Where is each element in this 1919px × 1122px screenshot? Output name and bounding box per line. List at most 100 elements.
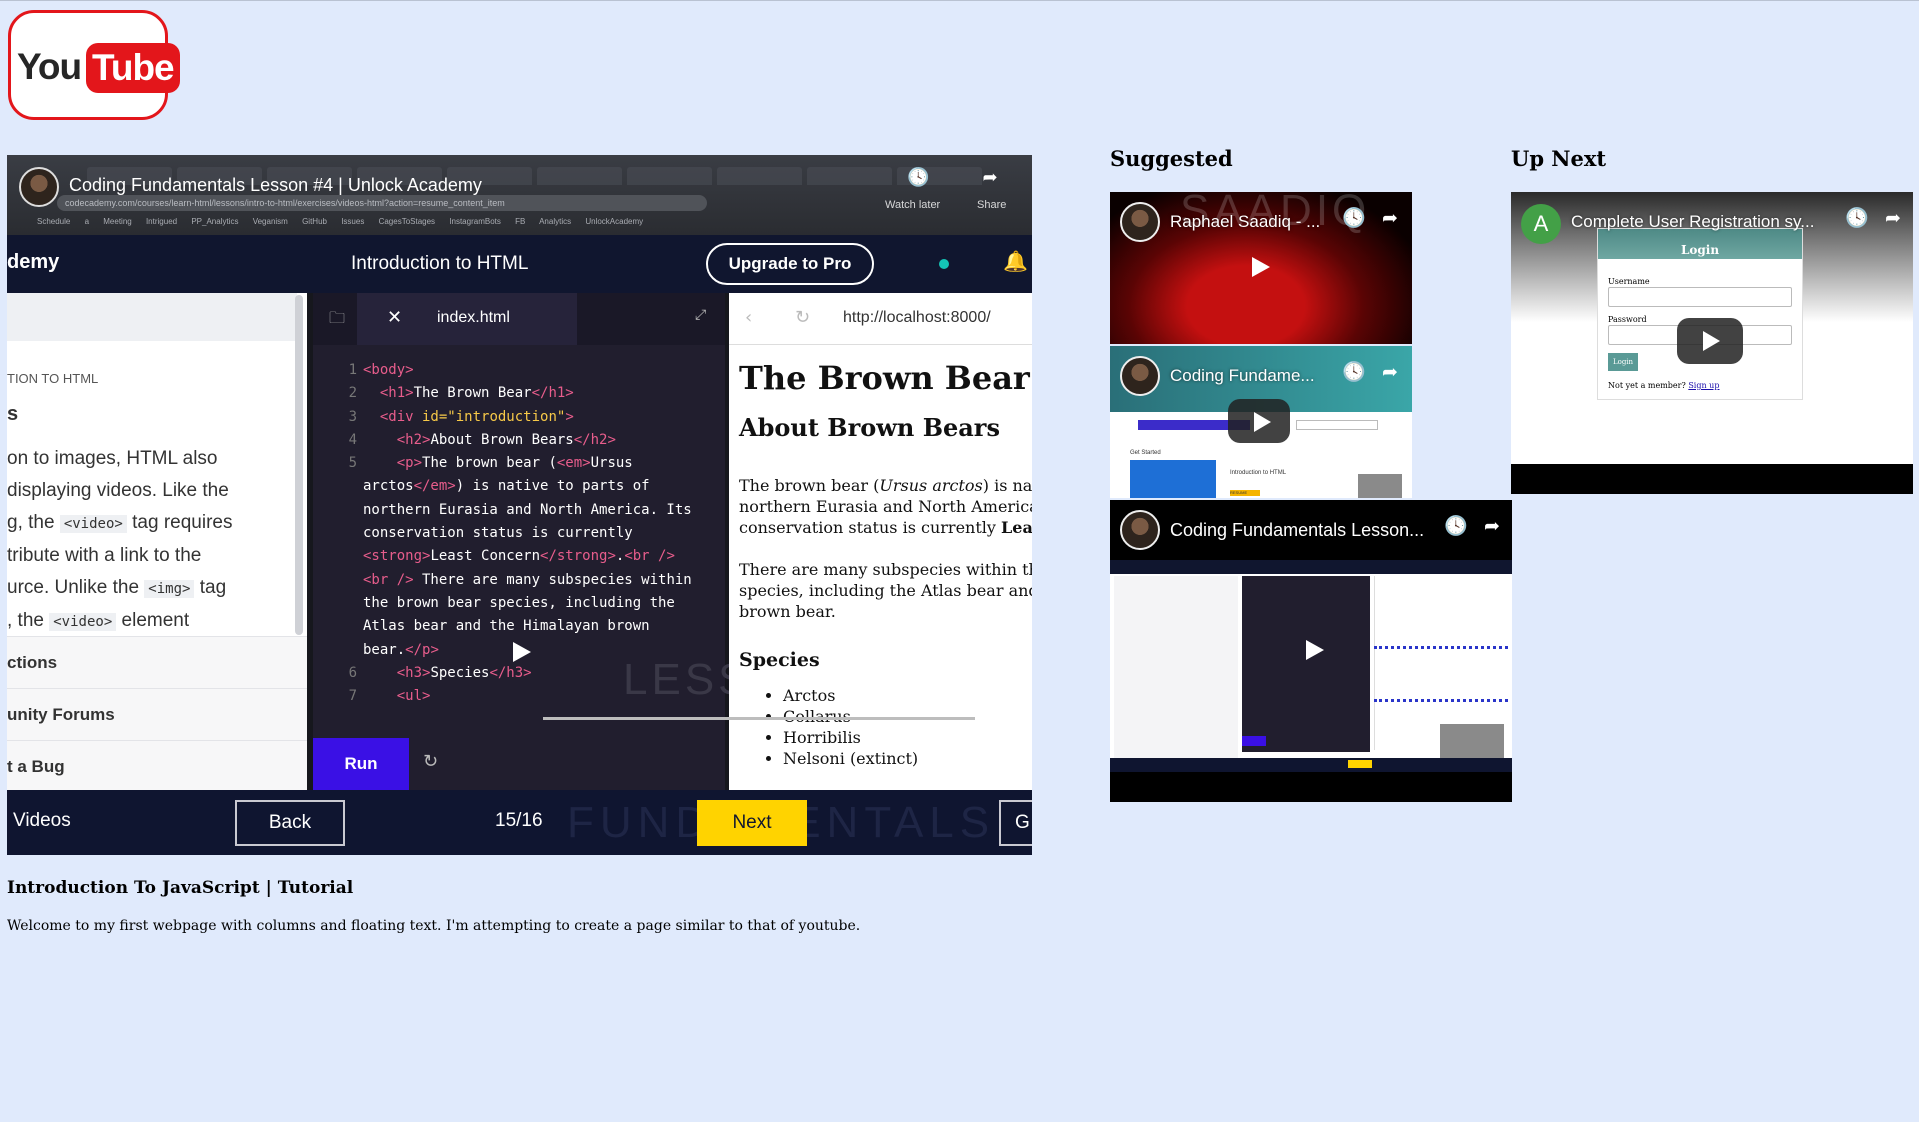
editor-tab-name: index.html xyxy=(437,309,510,326)
suggested-video-title[interactable]: Raphael Saadiq - ... xyxy=(1170,212,1320,232)
code-line: conservation status is currently xyxy=(363,525,633,542)
card-button: RESUME xyxy=(1230,490,1260,496)
up-next-video-title[interactable]: Complete User Registration sy... xyxy=(1571,212,1814,232)
code-line: northern Eurasia and North America. Its xyxy=(363,501,692,518)
channel-avatar[interactable] xyxy=(1120,202,1160,242)
codecademy-brand: demy xyxy=(7,251,60,273)
watch-later-icon[interactable]: 🕓 xyxy=(1342,360,1366,384)
card-title: Introduction to HTML xyxy=(1230,470,1287,476)
login-form: Login Username Password Login Not yet a … xyxy=(1597,228,1803,400)
codecademy-footer: FUNDAMENTALS Videos Back 15/16 Next G xyxy=(7,790,1032,855)
suggested-video-title[interactable]: Coding Fundamentals Lesson... xyxy=(1170,520,1424,541)
video-progress-line xyxy=(543,717,975,720)
preview-paragraph-1: The brown bear (Ursus arctos) is native … xyxy=(739,476,1032,537)
menu-item-forums: unity Forums xyxy=(7,688,307,740)
species-list: Arctos Collarus Horribilis Nelsoni (exti… xyxy=(783,685,918,769)
play-icon[interactable] xyxy=(505,637,535,667)
expand-icon: ⤢ xyxy=(695,307,707,323)
up-next-video[interactable]: Login Username Password Login Not yet a … xyxy=(1511,192,1913,494)
back-arrow-icon: ‹ xyxy=(745,307,753,328)
channel-avatar[interactable] xyxy=(19,167,59,207)
preview-url: http://localhost:8000/ xyxy=(843,309,991,326)
code-line: Atlas bear and the Himalayan brown xyxy=(363,618,650,635)
reload-icon: ↻ xyxy=(795,307,811,328)
section-heading: s xyxy=(7,403,19,425)
get-help-button: G xyxy=(999,800,1032,846)
suggested-video-title[interactable]: Coding Fundame... xyxy=(1170,366,1315,386)
share-icon[interactable]: ➦ xyxy=(1378,206,1402,230)
preview-h3: Species xyxy=(739,649,820,671)
bookmarks-bar: Schedule a Meeting Intrigued PP_Analytic… xyxy=(37,217,644,226)
channel-avatar[interactable] xyxy=(1120,356,1160,396)
upgrade-button: Upgrade to Pro xyxy=(706,243,874,285)
username-label: Username xyxy=(1608,277,1650,286)
section-label: TION TO HTML xyxy=(7,371,99,386)
refresh-icon: ↻ xyxy=(423,751,439,772)
code-editor-pane: 🗀 ✕ index.html ⤢ 1 <body> 2 <h1>The Brown … xyxy=(313,293,725,790)
play-icon[interactable] xyxy=(1244,252,1274,282)
next-button: Next xyxy=(697,800,807,846)
suggested-video-3[interactable]: Coding Fundamentals Lesson... 🕓 ➦ xyxy=(1110,500,1512,802)
browser-url: codecademy.com/courses/learn-html/lesson… xyxy=(57,195,707,211)
exercise-counter: 15/16 xyxy=(495,810,543,831)
preview-paragraph-2: There are many subspecies within the br … xyxy=(739,560,1032,621)
watch-later-label: Watch later xyxy=(885,199,941,211)
form-title: Login xyxy=(1598,229,1802,259)
youtube-logo[interactable]: You Tube xyxy=(8,10,180,120)
narrative-text: on to images, HTML also displaying video… xyxy=(7,448,233,631)
code-line: 1 <body> xyxy=(348,362,414,378)
preview-h1: The Brown Bear xyxy=(739,359,1030,397)
watch-later-icon[interactable]: 🕓 xyxy=(1342,206,1366,230)
login-button: Login xyxy=(1608,353,1638,371)
logo-you-text: You xyxy=(17,46,82,87)
watch-later-icon[interactable]: 🕓 xyxy=(907,167,929,189)
code-line: arctos</em>) is native to parts of xyxy=(363,478,650,495)
suggested-video-1[interactable]: SAADIQ Raphael Saadiq - ... 🕓 ➦ xyxy=(1110,192,1412,344)
preview-h2: About Brown Bears xyxy=(739,413,1000,442)
videos-label: Videos xyxy=(13,810,71,831)
code-line: the brown bear species, including the xyxy=(363,594,675,611)
lesson-title: Introduction to HTML xyxy=(351,253,529,274)
species-item: Arctos xyxy=(783,685,918,706)
main-video-player[interactable]: codecademy.com/courses/learn-html/lesson… xyxy=(7,155,1032,855)
share-icon[interactable]: ➦ xyxy=(979,167,1001,189)
share-icon[interactable]: ➦ xyxy=(1378,360,1402,384)
channel-avatar[interactable] xyxy=(1120,510,1160,550)
signup-line: Not yet a member? Sign up xyxy=(1608,381,1720,390)
channel-avatar[interactable]: A xyxy=(1521,204,1561,244)
suggested-heading: Suggested xyxy=(1110,146,1233,171)
species-item: Horribilis xyxy=(783,727,918,748)
video-title: Introduction To JavaScript | Tutorial xyxy=(7,878,354,898)
video-overlay-title[interactable]: Coding Fundamentals Lesson #4 | Unlock A… xyxy=(69,175,482,196)
suggested-video-2[interactable]: Get Started Introduction to HTML RESUME … xyxy=(1110,346,1412,498)
username-field xyxy=(1608,287,1792,307)
logo-tube-text: Tube xyxy=(86,43,180,93)
code-line: 5 <p>The brown bear (<em>Ursus xyxy=(348,455,633,472)
play-button-icon[interactable] xyxy=(1677,318,1743,364)
back-button: Back xyxy=(235,800,345,846)
play-button-icon[interactable] xyxy=(1228,399,1290,443)
watch-later-icon[interactable]: 🕓 xyxy=(1444,514,1468,538)
narrative-pane: TION TO HTML s on to images, HTML also d… xyxy=(7,293,307,792)
code-line: <br /> There are many subspecies within xyxy=(363,571,692,588)
share-icon[interactable]: ➦ xyxy=(1881,206,1905,230)
bell-icon: 🔔 xyxy=(1003,251,1028,273)
code-line: <strong>Least Concern</strong>.<br /> xyxy=(363,548,675,565)
run-button: Run xyxy=(313,738,409,790)
watch-later-icon[interactable]: 🕓 xyxy=(1845,206,1869,230)
species-item: Nelsoni (extinct) xyxy=(783,748,918,769)
password-label: Password xyxy=(1608,315,1647,324)
code-line: 2 <h1>The Brown Bear</h1> xyxy=(348,385,574,402)
card-label: Get Started xyxy=(1130,450,1161,456)
close-icon: ✕ xyxy=(387,307,403,328)
video-description: Welcome to my first webpage with columns… xyxy=(7,918,861,934)
share-icon[interactable]: ➦ xyxy=(1480,514,1504,538)
menu-item-instructions: ctions xyxy=(7,636,307,688)
folder-icon: 🗀 xyxy=(329,308,346,327)
status-dot xyxy=(939,259,949,269)
codecademy-header: demy Introduction to HTML Upgrade to Pro… xyxy=(7,235,1032,293)
top-border xyxy=(0,0,1919,1)
share-label: Share xyxy=(977,199,1007,211)
play-icon[interactable] xyxy=(1298,635,1328,665)
menu-item-bug: t a Bug xyxy=(7,740,307,792)
